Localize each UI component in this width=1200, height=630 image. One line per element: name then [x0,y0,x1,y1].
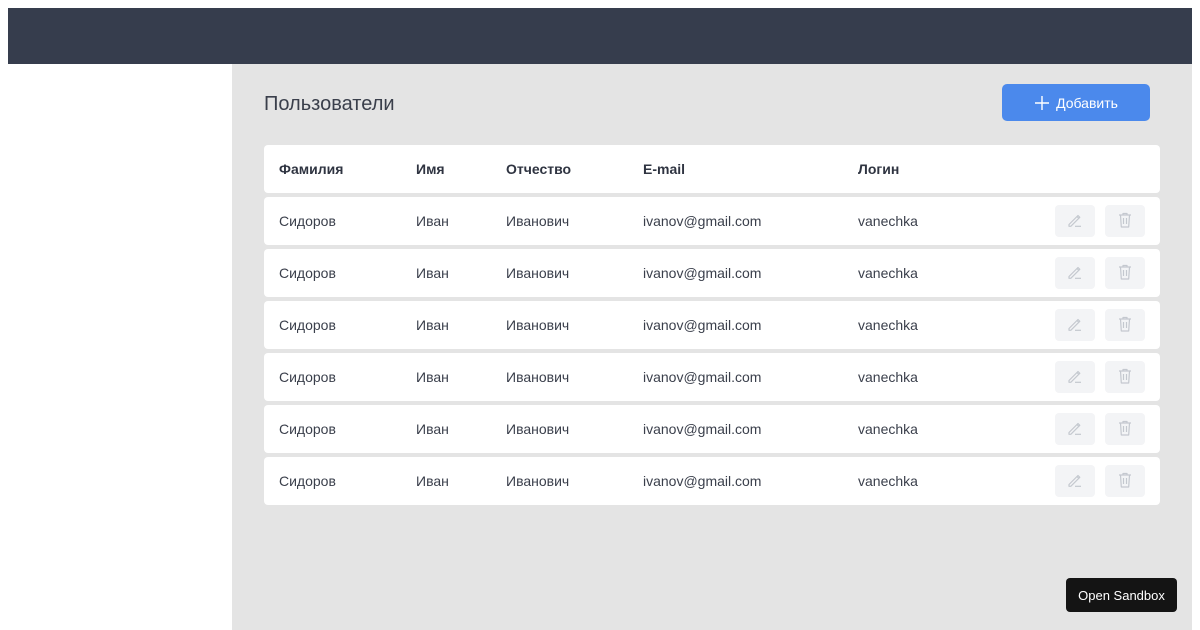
trash-icon [1117,471,1133,492]
column-header-email: E-mail [643,161,686,177]
cell-email: ivanov@gmail.com [643,473,762,489]
cell-first-name: Иван [416,317,449,333]
cell-first-name: Иван [416,213,449,229]
add-user-button[interactable]: Добавить [1002,84,1150,121]
cell-login: vanechka [858,265,918,281]
table-row: Сидоров Иван Иванович ivanov@gmail.com v… [264,197,1160,245]
cell-first-name: Иван [416,369,449,385]
cell-middle-name: Иванович [506,317,570,333]
delete-button[interactable] [1105,309,1145,341]
cell-middle-name: Иванович [506,213,570,229]
delete-button[interactable] [1105,465,1145,497]
delete-button[interactable] [1105,257,1145,289]
table-row: Сидоров Иван Иванович ivanov@gmail.com v… [264,457,1160,505]
cell-last-name: Сидоров [279,473,336,489]
cell-login: vanechka [858,473,918,489]
table-row: Сидоров Иван Иванович ivanov@gmail.com v… [264,301,1160,349]
table-row: Сидоров Иван Иванович ivanov@gmail.com v… [264,353,1160,401]
cell-middle-name: Иванович [506,473,570,489]
edit-button[interactable] [1055,413,1095,445]
cell-last-name: Сидоров [279,213,336,229]
cell-login: vanechka [858,369,918,385]
cell-email: ivanov@gmail.com [643,369,762,385]
edit-button[interactable] [1055,361,1095,393]
page-title: Пользователи [264,93,395,115]
cell-last-name: Сидоров [279,317,336,333]
cell-last-name: Сидоров [279,421,336,437]
cell-email: ivanov@gmail.com [643,265,762,281]
cell-email: ivanov@gmail.com [643,421,762,437]
add-user-button-label: Добавить [1056,94,1118,111]
cell-last-name: Сидоров [279,265,336,281]
cell-login: vanechka [858,421,918,437]
column-header-login: Логин [858,161,900,177]
column-header-middle-name: Отчество [506,161,572,177]
cell-first-name: Иван [416,421,449,437]
delete-button[interactable] [1105,361,1145,393]
pencil-icon [1066,419,1084,440]
cell-first-name: Иван [416,265,449,281]
trash-icon [1117,367,1133,388]
trash-icon [1117,419,1133,440]
pencil-icon [1066,211,1084,232]
cell-email: ivanov@gmail.com [643,213,762,229]
cell-login: vanechka [858,213,918,229]
pencil-icon [1066,315,1084,336]
open-sandbox-button[interactable]: Open Sandbox [1066,578,1177,612]
edit-button[interactable] [1055,257,1095,289]
page: Пользователи Добавить Фамилия Имя Отчест… [0,0,1200,630]
plus-icon [1034,95,1050,111]
edit-button[interactable] [1055,309,1095,341]
cell-email: ivanov@gmail.com [643,317,762,333]
cell-middle-name: Иванович [506,369,570,385]
pencil-icon [1066,263,1084,284]
main-content: Пользователи Добавить Фамилия Имя Отчест… [232,64,1192,630]
column-header-last-name: Фамилия [279,161,344,177]
edit-button[interactable] [1055,465,1095,497]
users-table: Фамилия Имя Отчество E-mail Логин Сидоро… [264,145,1160,509]
cell-last-name: Сидоров [279,369,336,385]
table-row: Сидоров Иван Иванович ivanov@gmail.com v… [264,405,1160,453]
table-header-row: Фамилия Имя Отчество E-mail Логин [264,145,1160,193]
pencil-icon [1066,367,1084,388]
delete-button[interactable] [1105,413,1145,445]
trash-icon [1117,315,1133,336]
cell-middle-name: Иванович [506,265,570,281]
sidebar [8,64,232,630]
table-body: Сидоров Иван Иванович ivanov@gmail.com v… [264,197,1160,505]
cell-login: vanechka [858,317,918,333]
cell-first-name: Иван [416,473,449,489]
top-bar [8,8,1192,64]
table-row: Сидоров Иван Иванович ivanov@gmail.com v… [264,249,1160,297]
column-header-first-name: Имя [416,161,445,177]
edit-button[interactable] [1055,205,1095,237]
cell-middle-name: Иванович [506,421,570,437]
trash-icon [1117,211,1133,232]
trash-icon [1117,263,1133,284]
delete-button[interactable] [1105,205,1145,237]
pencil-icon [1066,471,1084,492]
